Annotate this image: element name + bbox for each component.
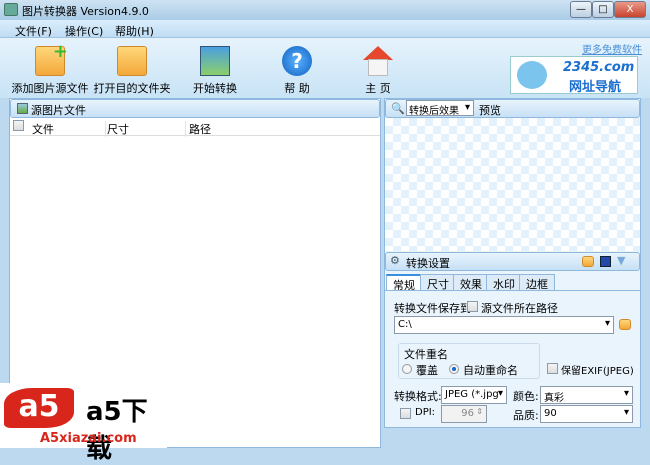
keep-exif-checkbox[interactable] bbox=[547, 363, 558, 374]
add-folder-icon: + bbox=[35, 41, 68, 76]
overwrite-radio[interactable] bbox=[402, 364, 412, 374]
preview-mode-select[interactable]: 转换后效果 ▾ bbox=[406, 100, 474, 117]
column-file[interactable]: 文件 bbox=[32, 121, 54, 137]
tab-general[interactable]: 常规 bbox=[386, 274, 422, 292]
quality-label: 品质: bbox=[513, 409, 539, 422]
save-to-label: 转换文件保存到: bbox=[394, 302, 475, 315]
rename-group: 文件重名 覆盖 自动重命名 bbox=[398, 343, 540, 379]
open-folder-label: 打开目的文件夹 bbox=[93, 82, 171, 95]
window-title: 图片转换器 Version4.9.0 bbox=[22, 5, 149, 18]
home-icon bbox=[363, 46, 393, 76]
browse-folder-icon[interactable] bbox=[619, 319, 631, 330]
menu-operation[interactable]: 操作(C) bbox=[65, 23, 103, 39]
source-panel-header: 源图片文件 bbox=[10, 99, 380, 118]
ad-banner-2345[interactable]: 2345.com 网址导航 bbox=[510, 56, 638, 95]
home-label: 主 页 bbox=[365, 82, 391, 95]
dpi-spinner[interactable]: 96 ⇕ bbox=[441, 405, 487, 423]
column-path[interactable]: 路径 bbox=[185, 121, 211, 137]
settings-title: 转换设置 bbox=[406, 257, 450, 270]
color-value: 真彩 bbox=[544, 393, 564, 404]
dpi-value: 96 bbox=[461, 408, 474, 419]
source-panel-title: 源图片文件 bbox=[31, 104, 86, 117]
save-icon[interactable] bbox=[600, 256, 611, 267]
help-label: 帮 助 bbox=[284, 82, 310, 95]
column-size[interactable]: 尺寸 bbox=[105, 121, 129, 137]
preview-mode-value: 转换后效果 bbox=[409, 106, 459, 117]
a5-logo-mark: a5 bbox=[4, 388, 74, 428]
octopus-logo-icon bbox=[517, 61, 547, 89]
preview-canvas bbox=[385, 118, 640, 251]
gear-icon: ⚙ bbox=[390, 254, 400, 267]
preview-label: 预览 bbox=[479, 104, 501, 117]
overwrite-label: 覆盖 bbox=[416, 364, 438, 377]
chevron-down-icon: ▾ bbox=[464, 102, 470, 113]
tab-size[interactable]: 尺寸 bbox=[420, 274, 456, 291]
start-convert-button[interactable]: 开始转换 bbox=[170, 46, 260, 96]
tab-effect[interactable]: 效果 bbox=[453, 274, 489, 291]
tab-watermark[interactable]: 水印 bbox=[486, 274, 522, 291]
folder-icon bbox=[117, 46, 147, 76]
color-select[interactable]: 真彩 ▾ bbox=[540, 386, 633, 404]
dpi-checkbox[interactable] bbox=[400, 408, 411, 419]
output-path-value: C:\ bbox=[398, 319, 412, 330]
open-settings-icon[interactable] bbox=[582, 256, 594, 267]
start-convert-label: 开始转换 bbox=[193, 82, 237, 95]
settings-header: ⚙ 转换设置 ▼ bbox=[385, 252, 640, 271]
output-path-combo[interactable]: C:\ ▾ bbox=[394, 316, 614, 334]
magic-wand-icon bbox=[200, 46, 230, 76]
more-software-link[interactable]: 更多免费软件 bbox=[582, 41, 642, 56]
menu-file[interactable]: 文件(F) bbox=[15, 23, 52, 39]
help-icon: ? bbox=[282, 46, 312, 76]
select-all-checkbox[interactable] bbox=[13, 120, 24, 131]
auto-rename-label: 自动重命名 bbox=[463, 364, 518, 377]
quality-value: 90 bbox=[544, 408, 557, 419]
add-source-button[interactable]: + 添加图片源文件 bbox=[5, 41, 95, 96]
preview-header: 🔍 转换后效果 ▾ 预览 bbox=[385, 99, 640, 118]
minimize-button[interactable]: — bbox=[570, 1, 592, 18]
rename-group-title: 文件重名 bbox=[404, 348, 448, 361]
ad-brand: 2345.com bbox=[563, 60, 635, 75]
settings-tabs: 常规 尺寸 效果 水印 边框 bbox=[385, 274, 640, 292]
tab-border[interactable]: 边框 bbox=[519, 274, 555, 291]
source-path-label: 源文件所在路径 bbox=[481, 302, 558, 315]
chevron-down-icon: ▾ bbox=[623, 407, 629, 418]
keep-exif-label: 保留EXIF(JPEG) bbox=[561, 366, 634, 377]
ad-subtitle: 网址导航 bbox=[569, 80, 622, 95]
format-label: 转换格式: bbox=[394, 390, 442, 403]
open-target-folder-button[interactable]: 打开目的文件夹 bbox=[87, 46, 177, 96]
a5-watermark-logo: a5 a5下载 A5xiazai.com bbox=[0, 383, 167, 464]
format-select[interactable]: JPEG (*.jpg ▾ bbox=[441, 386, 507, 404]
spinner-arrows-icon: ⇕ bbox=[476, 407, 483, 416]
a5-logo-text: a5下载 bbox=[86, 397, 148, 464]
home-button[interactable]: 主 页 bbox=[333, 46, 423, 96]
chevron-down-icon: ▾ bbox=[604, 318, 610, 329]
menu-bar: 文件(F) 操作(C) 帮助(H) bbox=[0, 20, 650, 38]
right-panel: 🔍 转换后效果 ▾ 预览 ⚙ 转换设置 ▼ 常规 尺寸 效果 水印 边框 转换文件… bbox=[384, 98, 641, 428]
file-table-header: 文件 尺寸 路径 bbox=[10, 118, 380, 137]
maximize-button[interactable]: □ bbox=[592, 1, 614, 18]
app-icon bbox=[4, 3, 18, 16]
general-tab-content: 转换文件保存到: 源文件所在路径 C:\ ▾ 文件重名 覆盖 自动重命名 保留EX… bbox=[385, 290, 640, 425]
close-button[interactable]: X bbox=[614, 1, 646, 18]
dpi-label: DPI: bbox=[415, 407, 436, 418]
image-icon bbox=[17, 103, 28, 114]
auto-rename-radio[interactable] bbox=[449, 364, 459, 374]
quality-select[interactable]: 90 ▾ bbox=[540, 405, 633, 423]
magnifier-icon: 🔍 bbox=[391, 102, 405, 115]
help-button[interactable]: ? 帮 助 bbox=[252, 46, 342, 96]
a5-site-text: A5xiazai.com bbox=[40, 431, 137, 446]
chevron-down-icon: ▾ bbox=[497, 388, 503, 399]
menu-help[interactable]: 帮助(H) bbox=[115, 23, 154, 39]
chevron-down-icon: ▾ bbox=[623, 388, 629, 399]
format-value: JPEG (*.jpg bbox=[445, 389, 499, 400]
add-source-label: 添加图片源文件 bbox=[11, 82, 89, 95]
color-label: 颜色: bbox=[513, 390, 539, 403]
title-bar: 图片转换器 Version4.9.0 — □ X bbox=[0, 0, 650, 20]
dropdown-triangle-icon[interactable]: ▼ bbox=[617, 254, 625, 267]
source-path-checkbox[interactable] bbox=[467, 301, 478, 312]
